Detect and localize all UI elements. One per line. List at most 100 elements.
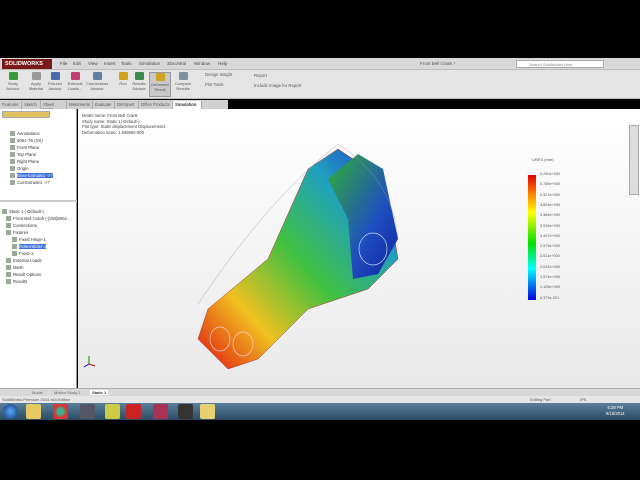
solidworks-taskbar-icon[interactable] [126, 404, 141, 419]
ribbon-icon [8, 72, 18, 80]
ribbon-deformed-resultbutton[interactable]: Deformed Result [149, 72, 171, 97]
tree-item[interactable]: Top Plane [2, 151, 72, 158]
bottom-tab-1[interactable]: Motion Study 1 [52, 390, 83, 395]
tree-item-icon [10, 173, 15, 178]
tree-item[interactable]: Boss-Extrude1 ->? [2, 172, 72, 179]
app-icon[interactable] [105, 404, 120, 419]
menu-edit[interactable]: Edit [73, 61, 81, 66]
chrome-icon[interactable] [53, 404, 68, 419]
steam-icon[interactable] [80, 404, 95, 419]
ribbon-include-image-for-report[interactable]: Include Image for Report [254, 83, 301, 88]
legend-color-bar [528, 175, 536, 300]
tab-sketch[interactable]: Sketch [22, 101, 41, 109]
task-pane-tabs[interactable] [629, 125, 639, 195]
clock-date[interactable]: 9/16/2014 [606, 411, 625, 417]
tree-item-label: Boss-Extrude1 ->? [17, 173, 53, 178]
tree-item-icon [10, 166, 15, 171]
sim-tree-item[interactable]: Roller/Slider-1 [2, 243, 76, 250]
legend-value: 1.574e+000 [540, 275, 561, 279]
tree-item[interactable]: Annotations [2, 130, 72, 137]
solidworks-logo: SOLIDWORKS [2, 59, 52, 69]
help-search-input[interactable]: Search SolidWorks Help [516, 60, 604, 68]
sim-tree-item[interactable]: Fixed Hinge-1 [2, 236, 76, 243]
menu-insert[interactable]: Insert [104, 61, 115, 66]
sim-tree-item[interactable]: External Loads [2, 257, 76, 264]
menu-help[interactable]: Help [218, 61, 227, 66]
tree-item-label: Origin [17, 166, 29, 171]
tree-item[interactable]: Front Plane [2, 144, 72, 151]
tree-item-icon [10, 159, 15, 164]
tab-dimxpert[interactable]: DimXpert [115, 101, 139, 109]
ribbon-connections-advisorbutton[interactable]: Connections Advisor [86, 72, 108, 91]
tree-item[interactable]: Right Plane [2, 158, 72, 165]
sim-tree-item[interactable]: Static 1 (-Default-) [2, 208, 76, 215]
sim-tree-item[interactable]: Connections [2, 222, 76, 229]
bell-crank-model[interactable] [178, 139, 418, 379]
graphics-viewport[interactable]: Model name: Front Bell Crank Study name: … [78, 109, 640, 388]
tab-evaluate[interactable]: Evaluate [93, 101, 115, 109]
tree-item-label: Fixed Hinge-1 [19, 237, 46, 242]
tree-item-label: Fixtures [13, 230, 29, 235]
m-app-icon[interactable] [200, 404, 215, 419]
ribbon-label: Compare Results [174, 81, 192, 91]
sim-tree-item[interactable]: Front Bell Crank (-[SW]6061- [2, 215, 76, 222]
menu-simulation[interactable]: Simulation [139, 61, 160, 66]
tab-office-products[interactable]: Office Products [139, 101, 173, 109]
tree-item-icon [6, 265, 11, 270]
ribbon-plot-tools[interactable]: Plot Tools [205, 82, 224, 87]
ribbon-study-advisorbutton[interactable]: Study Advisor [2, 72, 24, 91]
sim-tree-item[interactable]: Result Options [2, 271, 76, 278]
start-button[interactable] [3, 404, 18, 419]
legend-value: 4.384e+000 [540, 213, 561, 218]
ribbon-icon [50, 72, 60, 80]
tab-weldments[interactable]: Weldments [67, 101, 93, 109]
sim-tree-item[interactable]: Fixed-1 [2, 250, 76, 257]
menu-view[interactable]: View [88, 61, 98, 66]
recorder-icon[interactable] [178, 404, 193, 419]
tree-item-label: Results [13, 279, 28, 284]
panel-splitter[interactable] [0, 200, 77, 202]
ribbon-compare-resultsbutton[interactable]: Compare Results [172, 72, 194, 91]
explorer-icon[interactable] [26, 404, 41, 419]
bottom-tab-0[interactable]: Model [30, 390, 45, 395]
legend-value: 3.447e+000 [540, 233, 561, 238]
menu-3dcontrol[interactable]: 3Dcontrol [167, 61, 186, 66]
menu-window[interactable]: Window [194, 61, 210, 66]
menu-tools[interactable]: Tools [121, 61, 132, 66]
sim-tree-item[interactable]: Mesh [2, 264, 76, 271]
ribbon-fixtures-advisorbutton[interactable]: Fixtures Advisor [44, 72, 66, 91]
tree-item-label: External Loads [13, 258, 42, 263]
ribbon-label: Apply Material [28, 81, 44, 91]
tab-simulation[interactable]: Simulation [173, 101, 202, 109]
tree-item-icon [12, 251, 17, 256]
tree-item[interactable]: Cut-Extrude1 ->? [2, 179, 72, 186]
tree-item[interactable]: 6061-T6 (SS) [2, 137, 72, 144]
tree-item-icon [10, 152, 15, 157]
tree-item[interactable]: Origin [2, 165, 72, 172]
sim-tree-item[interactable]: Results [2, 278, 76, 285]
panel-tab-icons[interactable] [2, 111, 50, 118]
legend-value: 2.042e+000 [540, 264, 561, 269]
ribbon-results-advisorbutton[interactable]: Results Advisor [128, 72, 150, 91]
ribbon-icon [70, 72, 80, 80]
ribbon-label: Connections Advisor [86, 81, 109, 91]
ribbon-label: Results Advisor [132, 81, 146, 91]
sim-tree-item[interactable]: Fixtures [2, 229, 76, 236]
ribbon-report[interactable]: Report [254, 73, 267, 78]
ribbon-design-insight[interactable]: Design Insight [205, 72, 232, 77]
ribbon-external-loads-button[interactable]: External Loads... [64, 72, 86, 91]
units-selector[interactable]: IPS [580, 397, 586, 402]
command-manager-tabs: FeaturesSketchSheet MetalWeldmentsEvalua… [0, 100, 228, 112]
legend-value: 4.853e+000 [540, 202, 561, 207]
tree-item-icon [6, 272, 11, 277]
tree-item-label: Result Options [13, 272, 42, 277]
onenote-icon[interactable] [153, 404, 168, 419]
tree-item-icon [10, 138, 15, 143]
tree-item-label: Cut-Extrude1 ->? [17, 180, 50, 185]
tab-sheet-metal[interactable]: Sheet Metal [41, 101, 67, 112]
menu-file[interactable]: File [60, 61, 67, 66]
legend-title: URES (mm) [532, 157, 554, 162]
ribbon-icon [178, 72, 188, 80]
tab-features[interactable]: Features [0, 101, 22, 109]
bottom-tab-2[interactable]: Static 1 [90, 390, 109, 395]
